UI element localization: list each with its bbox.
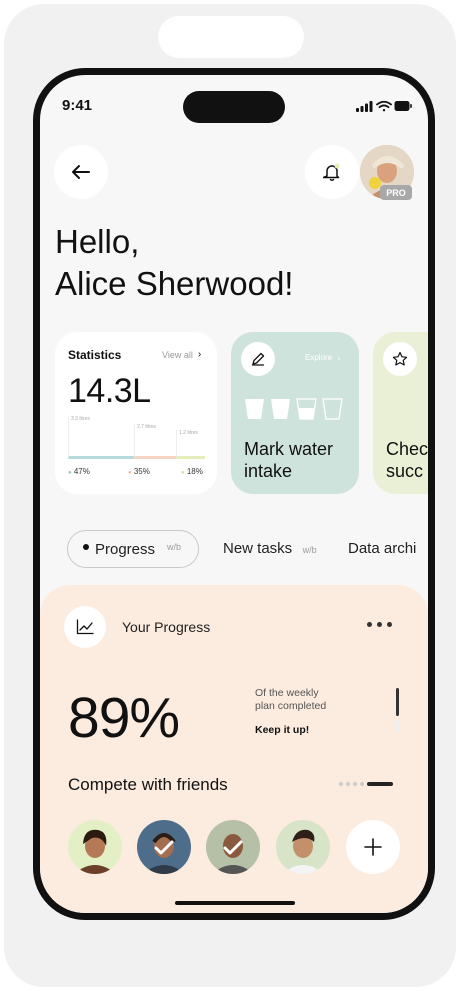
check-title: Chec succ [386, 438, 428, 482]
dynamic-island [183, 91, 285, 123]
device-top-pill [158, 16, 304, 58]
progress-description: Of the weekly plan completed [255, 687, 326, 713]
person-check-icon [143, 833, 185, 874]
water-title-line1: Mark water [244, 439, 334, 459]
status-time: 9:41 [62, 97, 93, 114]
greeting-name: Alice Sherwood! [55, 265, 294, 302]
star-button[interactable] [383, 342, 417, 376]
wifi-icon [376, 100, 392, 112]
plus-icon [364, 838, 382, 856]
bar-1-label: 3.3 litres [71, 416, 90, 422]
page-dot-active [367, 782, 393, 786]
notifications-button[interactable] [305, 145, 359, 199]
chevron-right-icon: › [337, 353, 341, 363]
bell-icon [323, 163, 340, 182]
page-dot [339, 782, 343, 786]
back-button[interactable] [54, 145, 108, 199]
status-icons [356, 100, 412, 112]
check-title-line1: Chec [386, 439, 428, 459]
tab-new-tasks-label: New tasks [223, 540, 293, 557]
progress-description-line1: Of the weekly [255, 687, 319, 699]
tab-progress-label: Progress [95, 541, 156, 558]
view-all-label: View all [162, 349, 193, 360]
phone-screen: 9:41 PRO Hello, Alice Sherwood! Statisti… [40, 75, 428, 913]
tab-new-tasks[interactable]: New tasks w/b [223, 540, 317, 558]
bar-2: 2.7 litres [134, 424, 177, 459]
legend-item-1: ● 47% [68, 467, 90, 476]
battery-icon [394, 101, 412, 111]
page-dot [353, 782, 357, 786]
tab-new-tasks-sub: w/b [302, 545, 317, 555]
encouragement-text: Keep it up! [255, 724, 310, 736]
pro-badge: PRO [380, 185, 412, 200]
chart-button[interactable] [64, 606, 106, 648]
compete-heading: Compete with friends [68, 775, 228, 794]
friend-avatar[interactable] [68, 820, 122, 874]
explore-label: Explore [305, 353, 333, 362]
more-dots-icon [367, 621, 392, 627]
progress-indicator-track [396, 719, 399, 733]
progress-title: Your Progress [122, 619, 211, 635]
water-intake-card[interactable]: Explore › Mark water intake [231, 332, 359, 494]
bar-3-label: 1.2 litres [179, 430, 198, 436]
person-icon [74, 829, 116, 874]
add-friend-button[interactable] [346, 820, 400, 874]
friend-avatar[interactable] [206, 820, 260, 874]
legend-percent-3: 18% [186, 467, 203, 476]
dot-icon: ● [68, 470, 72, 476]
dot-icon: ● [128, 470, 132, 476]
water-title: Mark water intake [244, 438, 333, 482]
tab-progress-sub: w/b [167, 542, 182, 552]
legend-percent-2: 35% [133, 467, 150, 476]
tab-data-archive-label: Data archi [348, 540, 417, 557]
water-title-line2: intake [244, 461, 293, 481]
bar-1: 3.3 litres [68, 416, 135, 459]
glasses-icon [245, 398, 343, 420]
tab-data-archive[interactable]: Data archi [348, 540, 416, 558]
pencil-icon [251, 352, 265, 366]
tab-bar: Progress w/b New tasks w/b Data archi [40, 527, 428, 571]
line-chart-icon [76, 619, 94, 635]
person-check-icon [212, 834, 254, 874]
statistics-value: 14.3L [68, 372, 151, 410]
friend-avatar[interactable] [137, 820, 191, 874]
more-button[interactable] [367, 614, 401, 634]
dot-icon: ● [181, 470, 185, 476]
legend-item-3: ● 18% [181, 467, 203, 476]
greeting-hello: Hello, [55, 223, 140, 260]
chevron-right-icon: › [197, 349, 202, 360]
progress-panel: Your Progress 89% Of the weekly plan com… [40, 585, 428, 913]
tab-progress[interactable]: Progress w/b [67, 530, 199, 568]
explore-link[interactable]: Explore › [305, 353, 340, 363]
greeting: Hello, Alice Sherwood! [55, 221, 293, 305]
friend-avatar[interactable] [276, 820, 330, 874]
active-dot-icon [83, 544, 89, 550]
view-all-link[interactable]: View all › [162, 349, 201, 360]
progress-indicator [396, 688, 400, 734]
home-indicator[interactable] [175, 901, 295, 905]
edit-button[interactable] [241, 342, 275, 376]
bar-3: 1.2 litres [176, 430, 205, 459]
legend-item-2: ● 35% [128, 467, 150, 476]
cards-carousel: Statistics View all › 14.3L 3.3 litres 2… [40, 332, 428, 496]
page-dot [360, 782, 364, 786]
pagination-dots[interactable] [339, 781, 403, 787]
progress-description-line2: plan completed [255, 700, 327, 712]
statistics-title: Statistics [68, 348, 122, 362]
bar-2-label: 2.7 litres [137, 424, 156, 430]
progress-value: 89% [68, 686, 180, 750]
person-icon [282, 829, 324, 874]
check-card[interactable]: Chec succ [373, 332, 428, 494]
signal-icon [356, 101, 373, 112]
arrow-left-icon [72, 165, 90, 179]
statistics-chart: 3.3 litres 2.7 litres 1.2 litres [68, 416, 206, 459]
legend-percent-1: 47% [73, 467, 90, 476]
star-icon [392, 351, 408, 366]
progress-indicator-fill [396, 688, 399, 716]
page-dot [346, 782, 350, 786]
check-title-line2: succ [386, 461, 424, 481]
statistics-card[interactable]: Statistics View all › 14.3L 3.3 litres 2… [55, 332, 217, 494]
